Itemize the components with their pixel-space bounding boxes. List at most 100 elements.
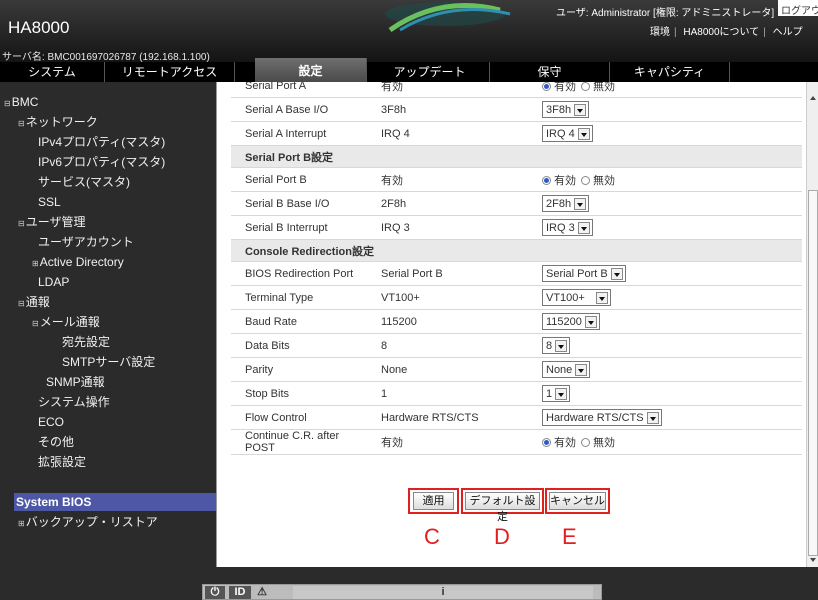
default-settings-button[interactable]: デフォルト設定 xyxy=(465,492,540,523)
sidebar-item-notification[interactable]: ⊟通報 xyxy=(18,293,50,311)
dropdown-arrow-icon[interactable] xyxy=(575,363,588,376)
dropdown-arrow-icon[interactable] xyxy=(555,339,568,352)
logout-button[interactable]: ログアウト xyxy=(778,0,818,16)
radio-enabled[interactable] xyxy=(542,438,551,447)
dropdown-arrow-icon[interactable] xyxy=(574,103,587,116)
table-row: Terminal Type VT100+ VT100+ xyxy=(231,285,802,310)
cancel-button[interactable]: キャンセル xyxy=(549,492,606,510)
help-link[interactable]: ヘルプ xyxy=(773,27,803,38)
sidebar-item-label: バックアップ・リストア xyxy=(25,515,158,529)
setting-name: Serial B Interrupt xyxy=(231,215,367,240)
power-icon[interactable]: ⏻ xyxy=(205,586,225,599)
header-decoration-graphic xyxy=(385,2,511,32)
sidebar-item-active-directory[interactable]: ⊞Active Directory xyxy=(32,253,124,271)
sidebar-item-eco[interactable]: ECO xyxy=(38,413,64,431)
scroll-down-arrow-icon[interactable] xyxy=(809,556,817,564)
id-icon[interactable]: ID xyxy=(229,586,251,599)
radio-disabled[interactable] xyxy=(581,438,590,447)
dropdown-arrow-icon[interactable] xyxy=(595,291,608,304)
serial-a-base-io-select[interactable]: 3F8h xyxy=(542,101,590,118)
sidebar-item-system-bios[interactable]: System BIOS xyxy=(14,493,216,511)
table-row: Serial B Base I/O 2F8h 2F8h xyxy=(231,191,802,216)
stop-bits-select[interactable]: 1 xyxy=(542,385,571,402)
table-row: Data Bits 8 8 xyxy=(231,333,802,358)
setting-name: Serial A Interrupt xyxy=(231,121,367,146)
alert-icon[interactable]: ⚠ xyxy=(255,586,269,599)
select-value: Serial Port B xyxy=(546,267,608,280)
parity-select[interactable]: None xyxy=(542,361,591,378)
vertical-scrollbar[interactable] xyxy=(806,82,818,567)
footer: ⏻ ID ⚠ i xyxy=(0,567,818,600)
app-title: HA8000 xyxy=(8,18,70,37)
collapse-icon[interactable]: ⊟ xyxy=(32,319,39,328)
apply-button[interactable]: 適用 xyxy=(413,492,454,510)
serial-b-base-io-select[interactable]: 2F8h xyxy=(542,195,590,212)
sidebar-item-other[interactable]: その他 xyxy=(38,433,74,451)
radio-disabled[interactable] xyxy=(581,175,590,185)
sidebar-item-smtp-server[interactable]: SMTPサーバ設定 xyxy=(62,353,155,371)
sidebar-item-network[interactable]: ⊟ネットワーク xyxy=(18,113,98,131)
serial-a-interrupt-select[interactable]: IRQ 4 xyxy=(542,125,593,142)
setting-current-value: 3F8h xyxy=(367,97,532,122)
serial-b-interrupt-select[interactable]: IRQ 3 xyxy=(542,219,593,236)
dropdown-arrow-icon[interactable] xyxy=(577,221,590,234)
environment-link[interactable]: 環境 xyxy=(650,27,670,38)
sidebar-item-ipv4[interactable]: IPv4プロパティ(マスタ) xyxy=(38,133,165,151)
expand-icon[interactable]: ⊞ xyxy=(18,519,25,528)
setting-name: Parity xyxy=(231,357,367,382)
sidebar-item-label: BMC xyxy=(11,95,39,109)
data-bits-select[interactable]: 8 xyxy=(542,337,571,354)
dropdown-arrow-icon[interactable] xyxy=(584,315,597,328)
tab-capacity[interactable]: キャパシティ xyxy=(610,62,730,82)
scrollbar-thumb[interactable] xyxy=(808,190,818,556)
sidebar-item-backup-restore[interactable]: ⊞バックアップ・リストア xyxy=(18,513,158,531)
select-value: 8 xyxy=(546,339,553,352)
sidebar-item-extended-settings[interactable]: 拡張設定 xyxy=(38,453,86,471)
select-value: VT100+ xyxy=(546,291,585,304)
scroll-up-arrow-icon[interactable] xyxy=(809,94,817,102)
radio-enabled[interactable] xyxy=(542,175,551,185)
collapse-icon[interactable]: ⊟ xyxy=(4,99,11,108)
sidebar-item-user-management[interactable]: ⊟ユーザ管理 xyxy=(18,213,85,231)
sidebar-item-bmc[interactable]: ⊟BMC xyxy=(4,93,38,111)
annotation-label-e: E xyxy=(562,524,577,549)
baud-rate-select[interactable]: 115200 xyxy=(542,313,600,330)
about-link[interactable]: HA8000について xyxy=(683,27,759,38)
setting-control: IRQ 4 xyxy=(532,121,802,146)
tab-maintenance[interactable]: 保守 xyxy=(490,62,610,82)
sidebar-item-ssl[interactable]: SSL xyxy=(38,193,61,211)
dropdown-arrow-icon[interactable] xyxy=(610,267,623,280)
dropdown-arrow-icon[interactable] xyxy=(574,197,587,210)
sidebar-item-destination[interactable]: 宛先設定 xyxy=(62,333,110,351)
dropdown-arrow-icon[interactable] xyxy=(555,387,568,400)
setting-control: Hardware RTS/CTS xyxy=(532,405,802,430)
sidebar-item-user-account[interactable]: ユーザアカウント xyxy=(38,233,134,251)
collapse-icon[interactable]: ⊟ xyxy=(18,219,25,228)
sidebar-item-service[interactable]: サービス(マスタ) xyxy=(38,173,130,191)
dropdown-arrow-icon[interactable] xyxy=(577,127,590,140)
tab-remote-access[interactable]: リモートアクセス xyxy=(105,62,235,82)
collapse-icon[interactable]: ⊟ xyxy=(18,299,25,308)
sidebar-item-ldap[interactable]: LDAP xyxy=(38,273,69,291)
dropdown-arrow-icon[interactable] xyxy=(646,411,659,424)
radio-enabled[interactable] xyxy=(542,82,551,91)
sidebar-item-system-operation[interactable]: システム操作 xyxy=(38,393,110,411)
setting-current-value: 2F8h xyxy=(367,191,532,216)
tab-settings[interactable]: 設定 xyxy=(255,58,367,82)
sidebar-item-mail-notification[interactable]: ⊟メール通報 xyxy=(32,313,100,331)
sidebar-item-ipv6[interactable]: IPv6プロパティ(マスタ) xyxy=(38,153,165,171)
sidebar-item-label: Active Directory xyxy=(39,255,124,269)
radio-label: 有効 xyxy=(554,174,576,187)
expand-icon[interactable]: ⊞ xyxy=(32,259,39,268)
tab-update[interactable]: アップデート xyxy=(370,62,490,82)
terminal-type-select[interactable]: VT100+ xyxy=(542,289,611,306)
tab-system[interactable]: システム xyxy=(0,62,105,82)
radio-disabled[interactable] xyxy=(581,82,590,91)
collapse-icon[interactable]: ⊟ xyxy=(18,119,25,128)
setting-control: 8 xyxy=(532,333,802,358)
setting-name: Stop Bits xyxy=(231,381,367,406)
setting-current-value: 1 xyxy=(367,381,532,406)
bios-redirection-port-select[interactable]: Serial Port B xyxy=(542,265,626,282)
sidebar-item-snmp[interactable]: SNMP通報 xyxy=(46,373,105,391)
flow-control-select[interactable]: Hardware RTS/CTS xyxy=(542,409,662,426)
